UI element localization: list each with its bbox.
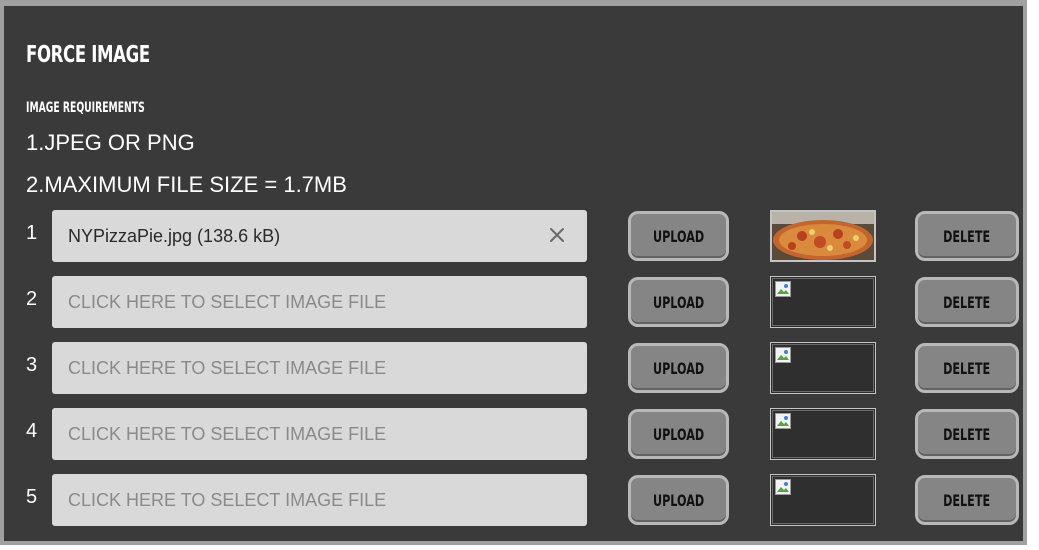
row-number: 3 bbox=[26, 354, 38, 376]
broken-image-icon bbox=[775, 347, 791, 363]
row-number: 5 bbox=[26, 486, 38, 508]
delete-button[interactable]: DELETE bbox=[915, 409, 1019, 459]
upload-button[interactable]: UPLOAD bbox=[628, 343, 729, 393]
pizza-image bbox=[770, 210, 876, 262]
delete-button[interactable]: DELETE bbox=[915, 475, 1019, 525]
delete-button[interactable]: DELETE bbox=[915, 343, 1019, 393]
image-thumbnail bbox=[770, 474, 876, 526]
image-thumbnail bbox=[770, 342, 876, 394]
upload-button[interactable]: UPLOAD bbox=[628, 277, 729, 327]
image-row-2: 2 CLICK HERE TO SELECT IMAGE FILE UPLOAD… bbox=[4, 276, 1031, 328]
image-row-4: 4 CLICK HERE TO SELECT IMAGE FILE UPLOAD… bbox=[4, 408, 1031, 460]
image-row-5: 5 CLICK HERE TO SELECT IMAGE FILE UPLOAD… bbox=[4, 474, 1031, 526]
file-input-placeholder: CLICK HERE TO SELECT IMAGE FILE bbox=[68, 357, 387, 378]
broken-image-icon bbox=[775, 413, 791, 429]
file-input-placeholder: CLICK HERE TO SELECT IMAGE FILE bbox=[68, 423, 387, 444]
file-select-input[interactable]: CLICK HERE TO SELECT IMAGE FILE bbox=[52, 342, 587, 394]
row-number: 1 bbox=[26, 222, 38, 244]
image-thumbnail bbox=[770, 276, 876, 328]
pizza-thumbnail-graphic bbox=[772, 212, 874, 260]
image-row-1: 1 NYPizzaPie.jpg (138.6 kB) UPLOAD DELET… bbox=[4, 210, 1031, 262]
file-select-input[interactable]: CLICK HERE TO SELECT IMAGE FILE bbox=[52, 408, 587, 460]
image-thumbnail bbox=[770, 408, 876, 460]
requirements-title: IMAGE REQUIREMENTS bbox=[26, 100, 145, 116]
upload-button[interactable]: UPLOAD bbox=[628, 409, 729, 459]
requirement-file-size: 2.MAXIMUM FILE SIZE = 1.7MB bbox=[26, 172, 347, 197]
file-input-placeholder: CLICK HERE TO SELECT IMAGE FILE bbox=[68, 291, 387, 312]
upload-button[interactable]: UPLOAD bbox=[628, 475, 729, 525]
file-select-input[interactable]: CLICK HERE TO SELECT IMAGE FILE bbox=[52, 474, 587, 526]
force-image-panel: FORCE IMAGE IMAGE REQUIREMENTS 1.JPEG OR… bbox=[0, 0, 1027, 545]
upload-button[interactable]: UPLOAD bbox=[628, 211, 729, 261]
delete-button[interactable]: DELETE bbox=[915, 277, 1019, 327]
file-select-input[interactable]: NYPizzaPie.jpg (138.6 kB) bbox=[52, 210, 587, 262]
page-title: FORCE IMAGE bbox=[26, 42, 150, 68]
delete-button[interactable]: DELETE bbox=[915, 211, 1019, 261]
row-number: 4 bbox=[26, 420, 38, 442]
requirement-file-type: 1.JPEG OR PNG bbox=[26, 130, 195, 155]
row-number: 2 bbox=[26, 288, 38, 310]
image-row-3: 3 CLICK HERE TO SELECT IMAGE FILE UPLOAD… bbox=[4, 342, 1031, 394]
broken-image-icon bbox=[775, 281, 791, 297]
file-input-value: NYPizzaPie.jpg (138.6 kB) bbox=[68, 225, 281, 246]
file-select-input[interactable]: CLICK HERE TO SELECT IMAGE FILE bbox=[52, 276, 587, 328]
broken-image-icon bbox=[775, 479, 791, 495]
file-input-placeholder: CLICK HERE TO SELECT IMAGE FILE bbox=[68, 489, 387, 510]
close-icon[interactable] bbox=[545, 223, 569, 247]
